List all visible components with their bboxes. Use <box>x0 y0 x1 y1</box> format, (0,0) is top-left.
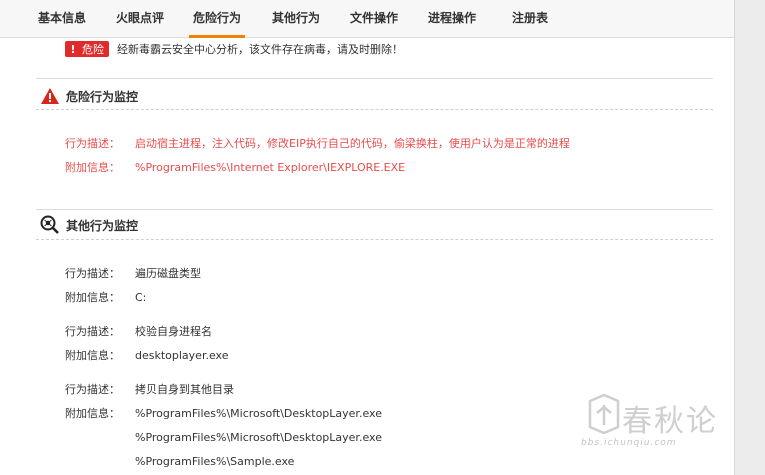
desc-value: 启动宿主进程，注入代码，修改EIP执行自己的代码，偷梁换柱，使用户认为是正常的进… <box>135 137 570 150</box>
danger-section-header: 危险行为监控 <box>40 85 138 107</box>
divider <box>36 78 713 79</box>
desc-value: 拷贝自身到其他目录 <box>135 383 234 396</box>
other-info-continuation: %ProgramFiles%\Microsoft\DesktopLayer.ex… <box>135 429 382 445</box>
desc-label: 行为描述： <box>65 137 120 150</box>
danger-info-row: 附加信息： %ProgramFiles%\Internet Explorer\I… <box>65 159 405 175</box>
tab-file-operations[interactable]: 文件操作 <box>349 0 399 38</box>
other-desc-row: 行为描述： 遍历磁盘类型 <box>65 265 201 281</box>
info-value: desktoplayer.exe <box>135 348 229 362</box>
watermark-url: bbs.ichunqiu.com <box>581 438 677 448</box>
tab-other-behavior[interactable]: 其他行为 <box>271 0 321 38</box>
danger-section-title: 危险行为监控 <box>66 89 139 104</box>
desc-value: 遍历磁盘类型 <box>135 267 201 280</box>
info-label: 附加信息： <box>65 349 120 362</box>
danger-desc-row: 行为描述： 启动宿主进程，注入代码，修改EIP执行自己的代码，偷梁换柱，使用户认… <box>65 135 570 151</box>
info-value: C: <box>135 290 147 304</box>
info-label: 附加信息： <box>65 407 120 420</box>
exclamation-icon: ! <box>70 42 76 56</box>
warning-triangle-icon <box>41 88 59 104</box>
danger-badge-label: 危险 <box>82 43 104 56</box>
desc-label: 行为描述： <box>65 325 120 338</box>
other-info-row: 附加信息： C: <box>65 289 146 305</box>
tab-dangerous-behavior[interactable]: 危险行为 <box>189 0 245 38</box>
other-section-title: 其他行为监控 <box>66 218 139 233</box>
section-dashed-divider <box>36 239 713 240</box>
watermark-brand: 春秋论 <box>622 404 718 439</box>
other-section-header: 其他行为监控 <box>40 214 138 236</box>
tab-basic-info[interactable]: 基本信息 <box>37 0 87 38</box>
other-desc-row: 行为描述： 拷贝自身到其他目录 <box>65 381 234 397</box>
divider <box>36 209 713 210</box>
tab-registry[interactable]: 注册表 <box>510 0 550 38</box>
other-desc-row: 行为描述： 校验自身进程名 <box>65 323 212 339</box>
desc-label: 行为描述： <box>65 267 120 280</box>
other-info-row: 附加信息： desktoplayer.exe <box>65 347 228 363</box>
info-label: 附加信息： <box>65 291 120 304</box>
info-value: %ProgramFiles%\Microsoft\DesktopLayer.ex… <box>135 430 382 444</box>
tab-process-operations[interactable]: 进程操作 <box>427 0 477 38</box>
tab-fireeye-review[interactable]: 火眼点评 <box>114 0 166 38</box>
other-info-row: 附加信息： %ProgramFiles%\Microsoft\DesktopLa… <box>65 405 382 421</box>
virus-alert: ! 危险 经新毒霸云安全中心分析，该文件存在病毒，请及时删除！ <box>65 41 403 57</box>
alert-message: 经新毒霸云安全中心分析，该文件存在病毒，请及时删除！ <box>117 43 403 56</box>
desc-label: 行为描述： <box>65 383 120 396</box>
info-label: 附加信息： <box>65 161 120 174</box>
info-value: %ProgramFiles%\Sample.exe <box>135 454 295 468</box>
danger-badge: ! 危险 <box>65 41 109 57</box>
section-dashed-divider <box>36 109 713 110</box>
magnifier-bug-icon <box>40 215 59 234</box>
info-value: %ProgramFiles%\Microsoft\DesktopLayer.ex… <box>135 406 382 420</box>
info-value: %ProgramFiles%\Internet Explorer\IEXPLOR… <box>135 160 406 174</box>
desc-value: 校验自身进程名 <box>135 325 212 338</box>
tab-bar: 基本信息 火眼点评 危险行为 其他行为 文件操作 进程操作 注册表 <box>0 0 734 38</box>
other-info-continuation: %ProgramFiles%\Sample.exe <box>135 453 294 469</box>
